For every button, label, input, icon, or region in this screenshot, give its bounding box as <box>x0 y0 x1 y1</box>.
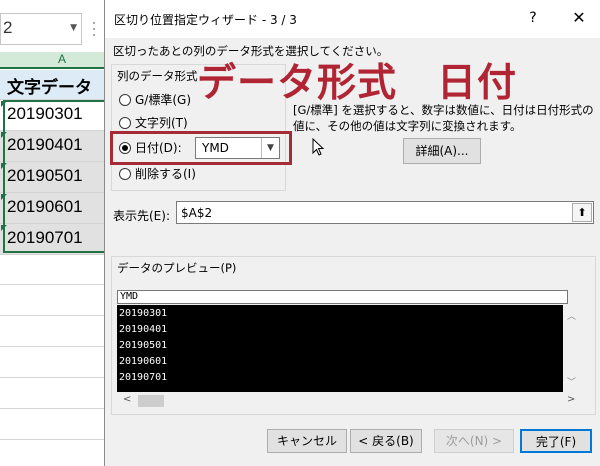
empty-row[interactable] <box>0 285 104 316</box>
description-line: 値に、その他の値は文字列に変換されます。 <box>293 119 522 133</box>
vertical-scrollbar[interactable]: ︿ ﹀ <box>563 305 581 392</box>
preview-title: データのプレビュー(P) <box>115 260 239 276</box>
cell-row-5[interactable]: 20190701 <box>0 224 104 255</box>
error-indicator-icon <box>1 194 7 200</box>
highlight-box <box>110 131 292 165</box>
cell-row-4[interactable]: 20190601 <box>0 193 104 224</box>
finish-button[interactable]: 完了(F) <box>520 429 592 453</box>
empty-row[interactable] <box>0 409 104 440</box>
cell-row-1[interactable]: 20190301 <box>0 100 104 131</box>
radio-icon <box>119 94 131 106</box>
preview-row: 20190301 <box>119 308 168 319</box>
annotation-overlay-text: データ形式 日付 <box>197 61 518 106</box>
cell-row-2[interactable]: 20190401 <box>0 131 104 162</box>
scroll-down-icon[interactable]: ﹀ <box>567 375 576 388</box>
cell-value: 20190401 <box>7 135 83 154</box>
name-box[interactable]: 2 ▼ <box>0 13 82 45</box>
close-button[interactable]: ✕ <box>567 8 591 28</box>
column-letter: A <box>58 52 67 66</box>
empty-row[interactable] <box>0 347 104 378</box>
mouse-cursor-icon <box>312 138 325 156</box>
column-header-a[interactable]: A <box>0 52 104 69</box>
radio-label: 文字列(T) <box>135 116 188 130</box>
empty-row[interactable] <box>0 254 104 285</box>
scroll-up-icon[interactable]: ︿ <box>567 309 576 322</box>
help-button[interactable]: ? <box>523 8 543 28</box>
empty-row[interactable] <box>0 378 104 409</box>
error-indicator-icon <box>1 225 7 231</box>
cell-value: 20190301 <box>7 104 83 123</box>
error-indicator-icon <box>1 132 7 138</box>
radio-label: G/標準(G) <box>135 93 192 107</box>
error-indicator-icon <box>1 163 7 169</box>
advanced-button[interactable]: 詳細(A)... <box>403 138 481 164</box>
dialog-title: 区切り位置指定ウィザード - 3 / 3 <box>114 13 297 27</box>
cancel-button[interactable]: キャンセル <box>267 429 347 453</box>
preview-row: 20190701 <box>119 372 168 383</box>
group-title: 列のデータ形式 <box>115 68 200 84</box>
destination-value: $A$2 <box>181 206 213 220</box>
horizontal-scrollbar[interactable]: < > <box>117 393 581 409</box>
chevron-down-icon[interactable]: ▼ <box>70 23 77 33</box>
collapse-dialog-icon[interactable]: ⬆ <box>572 203 592 222</box>
radio-text[interactable]: 文字列(T) <box>119 114 188 132</box>
scroll-right-icon[interactable]: > <box>567 394 575 405</box>
cell-value: 20190501 <box>7 166 83 185</box>
description-line: [G/標準] を選択すると、数字は数値に、日付は日付形式の <box>293 103 594 117</box>
next-button[interactable]: 次へ(N) > <box>434 429 514 453</box>
title-bar[interactable]: 区切り位置指定ウィザード - 3 / 3 ? ✕ <box>105 0 600 38</box>
cell-header[interactable]: 文字データ <box>0 70 104 100</box>
preview-column-header[interactable]: YMD <box>117 290 568 304</box>
preview-row: 20190501 <box>119 340 168 351</box>
radio-icon <box>119 168 131 180</box>
radio-general[interactable]: G/標準(G) <box>119 91 191 109</box>
format-description: [G/標準] を選択すると、数字は数値に、日付は日付形式の 値に、その他の値は文… <box>293 102 598 134</box>
formula-bar-separator <box>88 13 100 45</box>
back-button[interactable]: < 戻る(B) <box>350 429 422 453</box>
cell-row-3[interactable]: 20190501 <box>0 162 104 193</box>
scroll-thumb[interactable] <box>138 395 164 407</box>
destination-label: 表示先(E): <box>113 209 170 223</box>
error-indicator-icon <box>1 101 7 107</box>
destination-input[interactable]: $A$2 ⬆ <box>176 201 594 224</box>
header-cell-text: 文字データ <box>7 78 92 97</box>
cell-value: 20190601 <box>7 197 83 216</box>
radio-skip[interactable]: 削除する(I) <box>119 165 196 183</box>
preview-row: 20190401 <box>119 324 168 335</box>
radio-label: 削除する(I) <box>135 167 196 181</box>
preview-data-area[interactable]: 20190301 20190401 20190501 20190601 2019… <box>117 305 563 392</box>
cell-value: 20190701 <box>7 228 83 247</box>
empty-row[interactable] <box>0 316 104 347</box>
radio-icon <box>119 117 131 129</box>
text-to-columns-wizard-dialog: 区切り位置指定ウィザード - 3 / 3 ? ✕ 区切ったあとの列のデータ形式を… <box>104 0 600 466</box>
scroll-left-icon[interactable]: < <box>123 394 131 405</box>
name-box-value: 2 <box>3 18 13 37</box>
preview-row: 20190601 <box>119 356 168 367</box>
